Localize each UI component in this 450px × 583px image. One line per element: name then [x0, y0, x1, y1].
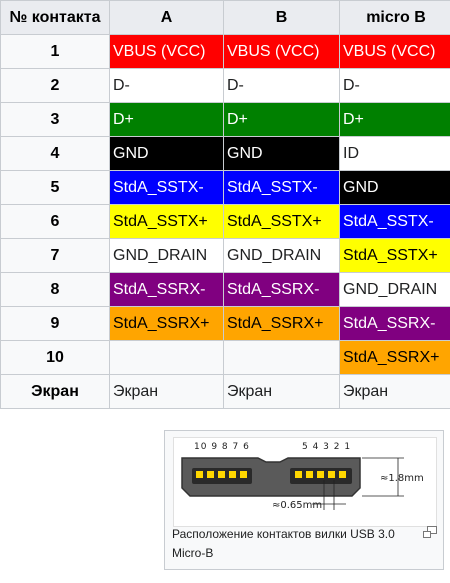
pin-cell-micro-b: StdA_SSTX+	[339, 238, 450, 273]
pin-number: 8	[0, 272, 110, 307]
pin-number: 7	[0, 238, 110, 273]
pin-cell-b: StdA_SSRX+	[223, 306, 340, 341]
pin-cell-a: StdA_SSTX+	[109, 204, 224, 239]
table-row: 3 D+ D+ D+	[0, 102, 450, 137]
pin-number: 9	[0, 306, 110, 341]
pin-cell-a	[109, 340, 224, 375]
table-row: Экран Экран Экран Экран	[0, 374, 450, 409]
pin-cell-a: StdA_SSRX-	[109, 272, 224, 307]
table-row: 2 D- D- D-	[0, 68, 450, 103]
pin-cell-b	[223, 340, 340, 375]
connector-diagram[interactable]: 10 9 8 7 6 5 4 3 2 1 ≈1.8mm ≈0.65mm	[173, 437, 437, 527]
pin-number: 1	[0, 34, 110, 69]
pin-cell-a: D-	[109, 68, 224, 103]
pin-cell-a: StdA_SSTX-	[109, 170, 224, 205]
pin-cell-a: Экран	[109, 374, 224, 409]
table-row: 6 StdA_SSTX+ StdA_SSTX+ StdA_SSTX-	[0, 204, 450, 239]
magnify-clip-icon[interactable]	[423, 525, 437, 538]
pin-cell-a: D+	[109, 102, 224, 137]
gap-dimension-label: ≈0.65mm	[272, 500, 322, 511]
pin-cell-b: Экран	[223, 374, 340, 409]
pin-cell-micro-b: GND	[339, 170, 450, 205]
pin-cell-a: GND	[109, 136, 224, 171]
pin-cell-a: GND_DRAIN	[109, 238, 224, 273]
table-row: 1 VBUS (VCC) VBUS (VCC) VBUS (VCC)	[0, 34, 450, 69]
pin-number: 2	[0, 68, 110, 103]
pin-number: 4	[0, 136, 110, 171]
pin-cell-b: GND_DRAIN	[223, 238, 340, 273]
pin-cell-b: GND	[223, 136, 340, 171]
pin-number: 3	[0, 102, 110, 137]
pin-cell-b: StdA_SSTX-	[223, 170, 340, 205]
pin-cell-micro-b: StdA_SSRX+	[339, 340, 450, 375]
header-pin-number: № контакта	[0, 0, 110, 35]
pin-cell-micro-b: Экран	[339, 374, 450, 409]
pin-cell-micro-b: StdA_SSRX-	[339, 306, 450, 341]
pin-cell-micro-b: GND_DRAIN	[339, 272, 450, 307]
pin-cell-micro-b: ID	[339, 136, 450, 171]
pinout-table: № контакта A B micro B 1 VBUS (VCC) VBUS…	[0, 0, 450, 409]
table-row: 4 GND GND ID	[0, 136, 450, 171]
pin-number: Экран	[0, 374, 110, 409]
pin-cell-b: VBUS (VCC)	[223, 34, 340, 69]
pin-number: 6	[0, 204, 110, 239]
pin-cell-micro-b: VBUS (VCC)	[339, 34, 450, 69]
thumbnail-caption: Расположение контактов вилки USB 3.0 Mic…	[172, 527, 395, 560]
table-row: 5 StdA_SSTX- StdA_SSTX- GND	[0, 170, 450, 205]
pin-cell-a: VBUS (VCC)	[109, 34, 224, 69]
pins-left-label: 10 9 8 7 6	[194, 442, 250, 452]
table-row: 8 StdA_SSRX- StdA_SSRX- GND_DRAIN	[0, 272, 450, 307]
pin-cell-micro-b: D-	[339, 68, 450, 103]
header-type-b: B	[223, 0, 340, 35]
height-dimension-label: ≈1.8mm	[380, 473, 424, 484]
pin-number: 10	[0, 340, 110, 375]
pin-cell-b: D-	[223, 68, 340, 103]
pins-right-label: 5 4 3 2 1	[302, 442, 351, 452]
header-type-a: A	[109, 0, 224, 35]
table-header-row: № контакта A B micro B	[0, 0, 450, 35]
pin-cell-a: StdA_SSRX+	[109, 306, 224, 341]
pin-cell-micro-b: StdA_SSTX-	[339, 204, 450, 239]
pin-cell-b: StdA_SSTX+	[223, 204, 340, 239]
pin-cell-b: StdA_SSRX-	[223, 272, 340, 307]
connector-thumbnail: 10 9 8 7 6 5 4 3 2 1 ≈1.8mm ≈0.65mm Расп…	[164, 430, 444, 570]
pin-cell-micro-b: D+	[339, 102, 450, 137]
table-row: 7 GND_DRAIN GND_DRAIN StdA_SSTX+	[0, 238, 450, 273]
table-row: 10 StdA_SSRX+	[0, 340, 450, 375]
pin-number: 5	[0, 170, 110, 205]
table-row: 9 StdA_SSRX+ StdA_SSRX+ StdA_SSRX-	[0, 306, 450, 341]
pin-cell-b: D+	[223, 102, 340, 137]
header-micro-b: micro B	[339, 0, 450, 35]
